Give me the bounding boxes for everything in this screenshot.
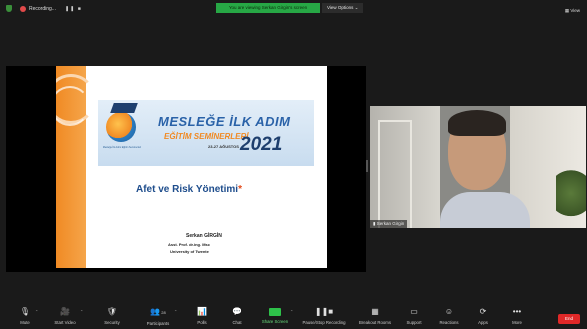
- recording-dot-icon: [20, 5, 26, 12]
- signal-bars-icon: ▮: [373, 221, 376, 226]
- more-icon: •••: [512, 307, 522, 316]
- mute-options-chevron-icon[interactable]: ⌃: [35, 309, 38, 314]
- recording-controls[interactable]: ❚❚ ■: [65, 6, 82, 12]
- security-button[interactable]: 🛡 Security: [98, 304, 126, 329]
- author-affiliation: University of Twente: [170, 249, 209, 254]
- video-background: [378, 120, 412, 228]
- end-meeting-button[interactable]: End: [558, 314, 580, 324]
- participant-figure: [440, 192, 530, 228]
- top-bar: Recording... ❚❚ ■ You are viewing Serkan…: [0, 0, 587, 20]
- participant-figure: [448, 110, 506, 136]
- presentation-slide: Mesleğe İlk Adım Eğitim Seminerleri MESL…: [56, 66, 327, 268]
- pause-stop-recording-button[interactable]: ❚❚■ Pause/Stop Recording: [298, 304, 350, 329]
- pause-stop-icon: ❚❚■: [314, 307, 334, 316]
- view-options-button[interactable]: View Options ⌄: [322, 3, 364, 13]
- shared-screen: Mesleğe İlk Adım Eğitim Seminerleri MESL…: [6, 66, 366, 272]
- banner-dates: 23-27 AĞUSTOS: [208, 144, 239, 149]
- chat-button[interactable]: 💬 Chat: [226, 304, 248, 329]
- participant-name-tag: ▮ Serkan Girgin: [370, 220, 408, 228]
- reactions-button[interactable]: ☺ Reactions: [436, 304, 462, 329]
- banner-title: MESLEĞE İLK ADIM: [158, 114, 291, 129]
- logo-caption: Mesleğe İlk Adım Eğitim Seminerleri: [102, 146, 142, 149]
- slide-title-text: Afet ve Risk Yönetimi: [136, 184, 239, 195]
- start-video-button[interactable]: 🎥 Start Video: [48, 304, 82, 329]
- meeting-toolbar: 🎙 Mute 🎥 Start Video 🛡 Security 👥28 Part…: [0, 304, 587, 329]
- chat-icon: 💬: [232, 307, 242, 316]
- share-options-chevron-icon[interactable]: ⌃: [290, 309, 293, 314]
- polls-button[interactable]: 📊 Polls: [190, 304, 214, 329]
- support-button[interactable]: ▭ Support: [402, 304, 426, 329]
- video-background: [556, 170, 586, 228]
- share-screen-icon: [269, 308, 281, 316]
- polls-icon: 📊: [197, 307, 207, 316]
- participants-button[interactable]: 👥28 Participants: [140, 304, 176, 329]
- view-button[interactable]: ▦ View: [565, 8, 580, 14]
- mute-button[interactable]: 🎙 Mute: [12, 304, 38, 329]
- banner-subtitle: EĞİTİM SEMİNERLERİ: [164, 132, 249, 141]
- reactions-icon: ☺: [444, 307, 454, 316]
- breakout-rooms-icon: ▦: [371, 307, 379, 316]
- panel-resize-handle[interactable]: [366, 160, 368, 172]
- participants-icon: 👥28: [150, 307, 166, 316]
- slide-title: Afet ve Risk Yönetimi*: [136, 184, 242, 195]
- more-button[interactable]: ••• More: [506, 304, 528, 329]
- video-options-chevron-icon[interactable]: ⌃: [80, 309, 83, 314]
- author-title: Asst. Prof. dr.ing. Msc: [168, 242, 211, 247]
- video-camera-icon: 🎥: [60, 307, 70, 316]
- screen-share-banner: You are viewing Serkan Girgin's screen: [216, 3, 320, 13]
- participant-name: Serkan Girgin: [376, 221, 405, 226]
- globe-logo-icon: [106, 112, 136, 142]
- banner-year: 2021: [240, 134, 283, 155]
- graduation-cap-icon: [110, 103, 138, 113]
- participant-video[interactable]: ▮ Serkan Girgin: [370, 106, 586, 228]
- security-shield-icon: [6, 5, 12, 12]
- author-name: Serkan GİRGİN: [186, 233, 222, 239]
- share-screen-button[interactable]: Share Screen: [258, 304, 292, 329]
- breakout-rooms-button[interactable]: ▦ Breakout Rooms: [356, 304, 394, 329]
- support-icon: ▭: [410, 307, 418, 316]
- apps-icon: ⟳: [479, 307, 487, 316]
- participant-count: 28: [161, 310, 166, 315]
- apps-button[interactable]: ⟳ Apps: [472, 304, 494, 329]
- recording-label: Recording...: [29, 5, 56, 12]
- shield-icon: 🛡: [106, 307, 118, 316]
- participants-chevron-icon[interactable]: ⌃: [174, 309, 177, 314]
- event-banner: Mesleğe İlk Adım Eğitim Seminerleri MESL…: [98, 100, 314, 166]
- recording-indicator[interactable]: Recording... ❚❚ ■: [6, 5, 82, 12]
- slide-title-mark: *: [238, 184, 242, 195]
